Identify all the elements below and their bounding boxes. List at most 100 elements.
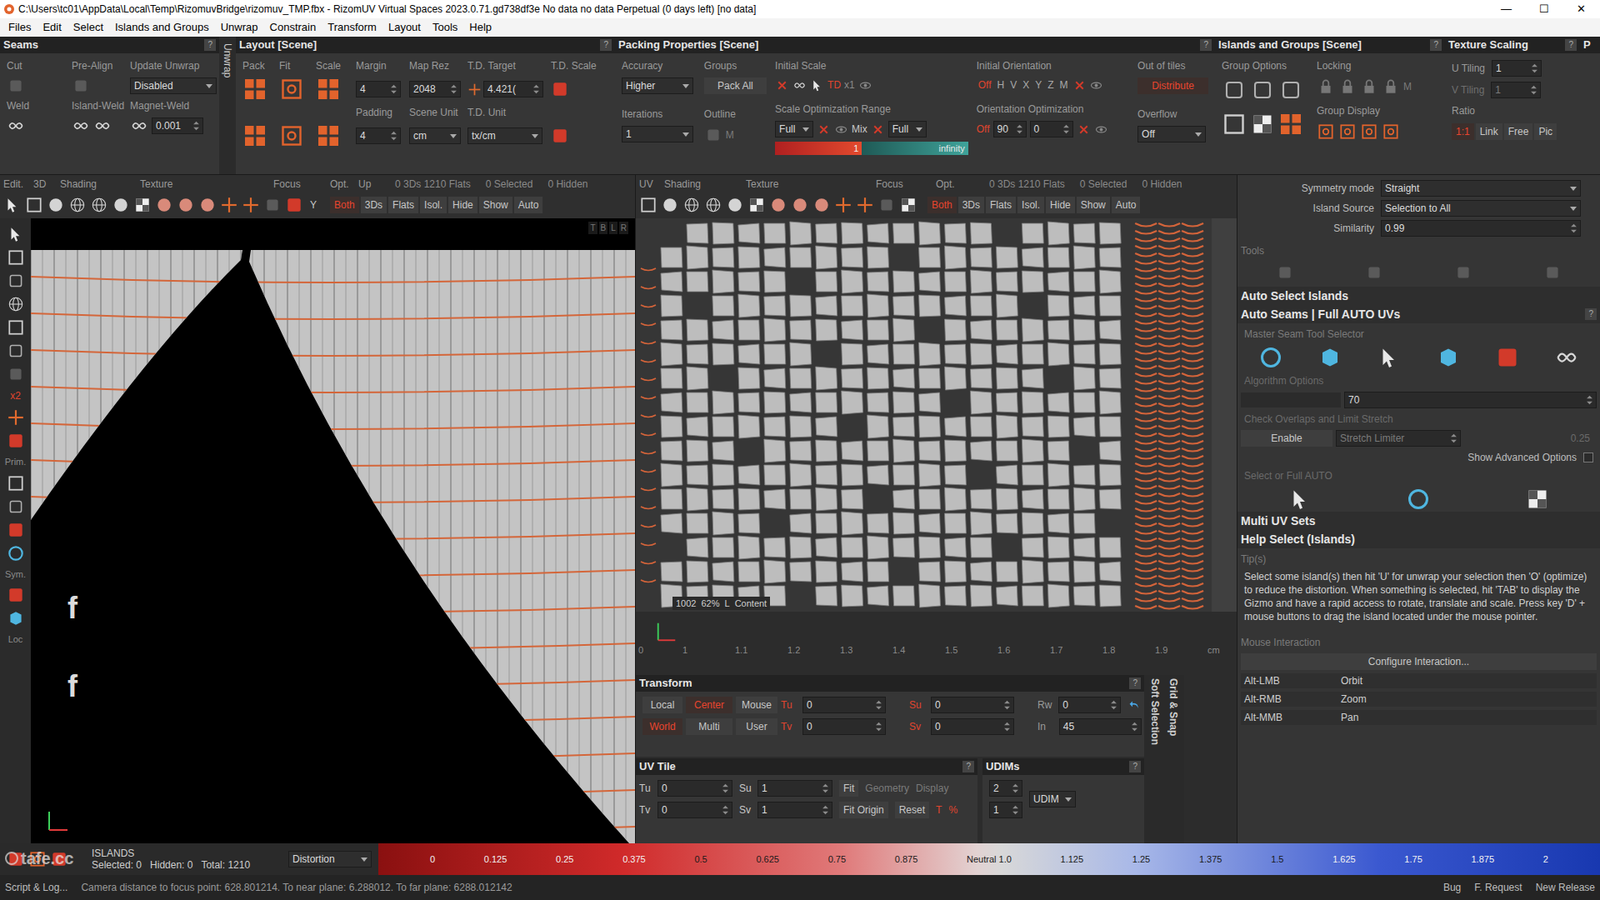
pick-icon[interactable] <box>467 82 482 97</box>
auto-magnet-icon[interactable] <box>1405 486 1431 512</box>
seam-tool-icon[interactable] <box>1554 345 1580 370</box>
view-tool-icon[interactable] <box>855 195 875 215</box>
td-scale-icon[interactable] <box>550 80 570 99</box>
orientation-toggle[interactable]: Z <box>1045 77 1055 93</box>
uv-tile-field[interactable]: 1 <box>757 801 833 819</box>
side-tool-icon[interactable] <box>6 365 25 384</box>
help-button[interactable]: ? <box>1565 39 1577 51</box>
view-filter-button[interactable]: 3Ds <box>360 196 387 214</box>
camera-view-button[interactable]: T <box>588 221 597 235</box>
td-unit-dropdown[interactable]: tx/cm <box>467 127 543 145</box>
help-button[interactable]: ? <box>1585 308 1597 320</box>
view-tool-icon[interactable] <box>263 195 282 215</box>
margin-field[interactable]: 4 <box>355 80 401 98</box>
view-tool-icon[interactable] <box>812 195 831 215</box>
view-filter-button[interactable]: Hide <box>1045 196 1075 214</box>
group-frame-icon[interactable] <box>1221 111 1247 137</box>
view-tool-icon[interactable] <box>639 195 658 215</box>
camera-view-button[interactable]: L <box>609 221 618 235</box>
menu-item[interactable]: Edit <box>42 19 61 36</box>
outline-icon[interactable] <box>704 125 723 145</box>
undo-icon[interactable] <box>1127 698 1142 713</box>
window-control[interactable]: ☐ <box>1525 0 1563 18</box>
side-tool-icon[interactable] <box>6 431 25 450</box>
side-tool-icon[interactable] <box>6 225 25 244</box>
magnet-weld-field[interactable]: 0.001 <box>151 117 204 135</box>
weld-icon[interactable] <box>6 116 25 135</box>
padding-field[interactable]: 4 <box>355 127 401 145</box>
section-header[interactable]: Auto Seams | Full AUTO UVs <box>1237 305 1404 324</box>
scene-unit-dropdown[interactable]: cm <box>409 127 461 145</box>
pivot-button[interactable]: Local <box>642 696 683 714</box>
transform-field[interactable]: 0 <box>1058 696 1121 714</box>
spinner-arrows-icon[interactable] <box>822 783 829 794</box>
scale-min-off-icon[interactable] <box>816 122 831 137</box>
orientation-opt-toggle[interactable]: Off <box>976 121 990 137</box>
pre-align-icon[interactable] <box>71 76 90 95</box>
spinner-arrows-icon[interactable] <box>1004 721 1010 732</box>
view-filter-button[interactable]: Both <box>330 196 360 214</box>
help-button[interactable]: ? <box>962 760 975 773</box>
ungroup-icon[interactable] <box>1250 77 1275 103</box>
reset-button[interactable]: Reset <box>895 801 930 819</box>
scale-max-off-icon[interactable] <box>870 122 885 137</box>
lock-icon[interactable] <box>1360 77 1379 96</box>
side-tool-icon[interactable] <box>6 408 25 427</box>
tool-icon[interactable] <box>1275 263 1295 282</box>
orientation-opt-visibility-icon[interactable] <box>1094 122 1109 137</box>
spinner-arrows-icon[interactable] <box>875 700 882 710</box>
spinner-arrows-icon[interactable] <box>1131 721 1138 732</box>
spinner-arrows-icon[interactable] <box>722 783 729 794</box>
pivot-button[interactable]: Center <box>685 696 733 714</box>
spinner-arrows-icon[interactable] <box>1063 124 1070 135</box>
spinner-arrows-icon[interactable] <box>1012 783 1019 794</box>
spinner-arrows-icon[interactable] <box>1570 223 1577 234</box>
view-tool-icon[interactable] <box>704 195 723 215</box>
help-button[interactable]: ? <box>204 39 216 51</box>
space-button[interactable]: World <box>642 718 683 735</box>
group-icon[interactable] <box>1221 77 1247 103</box>
map-rez-field[interactable]: 2048 <box>409 80 461 98</box>
spinner-arrows-icon[interactable] <box>1004 700 1010 710</box>
help-button[interactable]: ? <box>600 39 612 51</box>
ratio-button[interactable]: Link <box>1475 123 1503 140</box>
menu-item[interactable]: Files <box>8 19 31 36</box>
scale-visibility-icon[interactable] <box>858 78 873 93</box>
window-control[interactable]: ✕ <box>1562 0 1600 18</box>
display-icon[interactable] <box>1316 122 1335 141</box>
window-control[interactable]: — <box>1487 0 1525 18</box>
lock-icon[interactable] <box>1338 77 1357 96</box>
full-auto-icon[interactable] <box>1525 486 1550 512</box>
view-tool-icon[interactable] <box>899 195 918 215</box>
transform-field[interactable]: 0 <box>930 696 1015 714</box>
pack-islands-icon[interactable] <box>242 123 268 149</box>
uv-tile-field[interactable]: 0 <box>657 801 733 819</box>
view-tool-icon[interactable] <box>68 195 87 215</box>
camera-view-button[interactable]: B <box>599 221 609 235</box>
magnet-weld-icon[interactable] <box>130 116 149 135</box>
section-header[interactable]: Multi UV Sets <box>1237 511 1600 530</box>
menu-item[interactable]: Select <box>73 19 104 36</box>
v-tiling-field[interactable]: 1 <box>1490 81 1541 99</box>
view-filter-button[interactable]: Both <box>927 196 957 214</box>
spinner-arrows-icon[interactable] <box>1110 700 1117 710</box>
orientation-toggle[interactable]: M <box>1058 77 1070 93</box>
spinner-arrows-icon[interactable] <box>722 805 729 815</box>
u-tiling-field[interactable]: 1 <box>1491 60 1542 77</box>
view-tool-icon[interactable] <box>111 195 130 215</box>
update-unwrap-dropdown[interactable]: Disabled <box>130 77 217 95</box>
menu-item[interactable]: Constrain <box>270 19 317 36</box>
orientation-step-field[interactable]: 90 <box>993 120 1027 138</box>
view-tool-icon[interactable] <box>725 195 745 215</box>
scale-min-dropdown[interactable]: Full <box>775 120 814 138</box>
accuracy-dropdown[interactable]: Higher <box>621 77 694 95</box>
view-filter-button[interactable]: Isol. <box>420 196 447 214</box>
udim-field[interactable]: 2 <box>989 780 1023 797</box>
view-tool-icon[interactable] <box>285 195 304 215</box>
orientation-toggle[interactable]: Off <box>976 77 994 93</box>
iterations-dropdown[interactable]: 1 <box>621 125 694 143</box>
configure-interaction-button[interactable]: Configure Interaction... <box>1240 653 1597 670</box>
spinner-arrows-icon[interactable] <box>390 84 397 95</box>
side-tool-icon[interactable] <box>6 295 25 314</box>
option-dropdown[interactable]: Selection to All <box>1380 200 1581 217</box>
